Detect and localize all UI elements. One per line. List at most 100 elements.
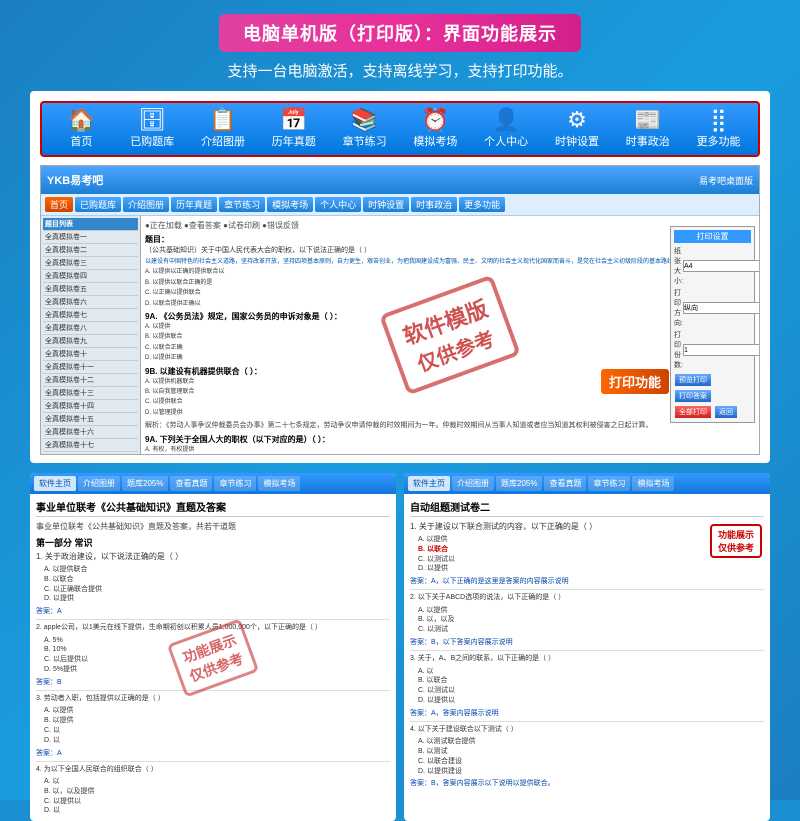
intro-icon: 📋 xyxy=(209,109,236,131)
sw-nav-ch[interactable]: 章节练习 xyxy=(219,197,265,212)
right-q1-opt-d: D. 以提供 xyxy=(410,564,764,574)
nav-item-more[interactable]: ⣿ 更多功能 xyxy=(689,109,749,149)
right-q3-opt-b: B. 以联合 xyxy=(410,676,764,686)
right-q2-opt-c: C. 以测试 xyxy=(410,625,764,635)
sw-sidebar-item[interactable]: 全真模拟卷十七 xyxy=(43,439,138,452)
sw-sidebar-item[interactable]: 全真模拟卷九 xyxy=(43,335,138,348)
print-label-copies: 打印份数: xyxy=(674,330,683,370)
right-q2-answer: 答案：B，以下答案内容展示说明 xyxy=(410,637,764,647)
software-screenshot: YKB易考吧 易考吧桌面版 首页 已购题库 介绍图册 历年真题 章节练习 模拟考… xyxy=(40,165,760,455)
right-q4-opt-a: A. 以测试联合提供 xyxy=(410,737,764,747)
print-panel: 打印设置 纸张大小: 打印方向: 打印份数: xyxy=(670,226,755,423)
sw-q3-opt-d: D. 以管理提供 xyxy=(145,409,755,417)
sw-sidebar-item[interactable]: 全真模拟卷七 xyxy=(43,309,138,322)
sw-sidebar-item[interactable]: 全真模拟卷十一 xyxy=(43,361,138,374)
print-input-copies[interactable] xyxy=(683,344,759,356)
right-q4-opt-c: C. 以联合建设 xyxy=(410,757,764,767)
nav-label-chapter: 章节练习 xyxy=(343,133,387,149)
print-func-label: 打印功能 xyxy=(601,369,669,394)
sw-nav-more2[interactable]: 更多功能 xyxy=(459,197,505,212)
left-nav-mock[interactable]: 模拟考场 xyxy=(258,476,300,491)
sw-sidebar-item[interactable]: 全真模拟卷十三 xyxy=(43,387,138,400)
sw-nav-intro2[interactable]: 介绍图册 xyxy=(123,197,169,212)
sw-sidebar-item[interactable]: 全真模拟卷十 xyxy=(43,348,138,361)
sw-sidebar-item[interactable]: 全真模拟卷十六 xyxy=(43,426,138,439)
left-section-title: 第一部分 常识 xyxy=(36,536,390,549)
nav-item-news[interactable]: 📰 时事政治 xyxy=(618,109,678,149)
sw-sidebar-item[interactable]: 全真模拟卷五 xyxy=(43,283,138,296)
right-nav-intro[interactable]: 介绍图册 xyxy=(452,476,494,491)
right-q4: 4. 以下关于建设联合以下测试（ ） xyxy=(410,725,764,736)
sw-nav-q[interactable]: 已购题库 xyxy=(75,197,121,212)
left-nav-past[interactable]: 查看真题 xyxy=(170,476,212,491)
right-q2-opt-a: A. 以提供 xyxy=(410,606,764,616)
left-q4-opt-b: B. 以，以及提供 xyxy=(36,787,390,797)
sw-nav-past2[interactable]: 历年真题 xyxy=(171,197,217,212)
right-panel: 软件主页 介绍图册 题库205% 查看真题 章节练习 模拟考场 自动组题测试卷二… xyxy=(404,473,770,821)
nav-label-past: 历年真题 xyxy=(272,133,316,149)
sw-nav-pol[interactable]: 时事政治 xyxy=(411,197,457,212)
left-q4-opt-d: D. 以 xyxy=(36,806,390,816)
left-nav-intro[interactable]: 介绍图册 xyxy=(78,476,120,491)
nav-label-purchased: 已购题库 xyxy=(130,133,174,149)
sw-option-a: A. 以提供以正确的提供联合以 xyxy=(145,268,755,276)
nav-item-profile[interactable]: 👤 个人中心 xyxy=(476,109,536,149)
sw-q4-label: 9A. 下列关于全国人大的职权（以下对应的是）（ ）： xyxy=(145,434,755,445)
sw-nav-mock[interactable]: 模拟考场 xyxy=(267,197,313,212)
right-nav-ch[interactable]: 章节练习 xyxy=(588,476,630,491)
nav-item-home[interactable]: 🏠 首页 xyxy=(51,109,111,149)
nav-label-news: 时事政治 xyxy=(626,133,670,149)
left-q4-opt-a: A. 以 xyxy=(36,777,390,787)
nav-item-purchased[interactable]: 🗄 已购题库 xyxy=(122,109,182,149)
sw-q4-opt-a: A. 有权，有权提供 xyxy=(145,446,755,454)
sw-sidebar-item[interactable]: 全真模拟卷二 xyxy=(43,244,138,257)
sw-sidebar-item[interactable]: 全真模拟卷十五 xyxy=(43,413,138,426)
subtitle: 支持一台电脑激活，支持离线学习，支持打印功能。 xyxy=(227,60,572,81)
sw-sidebar-item[interactable]: 全真模拟卷三 xyxy=(43,257,138,270)
sw-sidebar-item[interactable]: 全真模拟卷八 xyxy=(43,322,138,335)
sw-nav-per[interactable]: 个人中心 xyxy=(315,197,361,212)
left-q3-answer: 答案：A xyxy=(36,748,390,758)
right-nav-home[interactable]: 软件主页 xyxy=(408,476,450,491)
preview-print-button[interactable]: 预览打印 xyxy=(675,374,711,386)
print-back-button[interactable]: 返回 xyxy=(715,406,737,418)
sw-sidebar-item[interactable]: 全真模拟卷十八 xyxy=(43,452,138,454)
left-nav-home[interactable]: 软件主页 xyxy=(34,476,76,491)
right-panel-title: 自动组题测试卷二 xyxy=(410,499,764,517)
sw-sidebar-item[interactable]: 全真模拟卷十二 xyxy=(43,374,138,387)
sw-nav-set[interactable]: 时钟设置 xyxy=(363,197,409,212)
left-q1-opt-c: C. 以正确联合提供 xyxy=(36,585,390,595)
right-q4-answer: 答案：B，答案内容展示以下说明以提供联合。 xyxy=(410,778,764,788)
right-panel-nav: 软件主页 介绍图册 题库205% 查看真题 章节练习 模拟考场 xyxy=(404,473,770,494)
right-nav-past[interactable]: 查看真题 xyxy=(544,476,586,491)
print-input-paper[interactable] xyxy=(683,260,759,272)
nav-label-profile: 个人中心 xyxy=(484,133,528,149)
sw-nav: 首页 已购题库 介绍图册 历年真题 章节练习 模拟考场 个人中心 时钟设置 时事… xyxy=(41,194,759,216)
sw-sidebar-item[interactable]: 全真模拟卷十四 xyxy=(43,400,138,413)
left-panel-content: 事业单位联考《公共基础知识》直题及答案 事业单位联考《公共基础知识》直题及答案，… xyxy=(30,494,396,821)
print-answer-button[interactable]: 打印答案 xyxy=(675,390,711,402)
nav-item-settings[interactable]: ⚙ 时钟设置 xyxy=(547,109,607,149)
sw-nav-home[interactable]: 首页 xyxy=(45,197,73,212)
sw-sidebar-header: 题目列表 xyxy=(43,218,138,231)
sw-sidebar-item[interactable]: 全真模拟卷六 xyxy=(43,296,138,309)
left-nav-q[interactable]: 题库205% xyxy=(122,476,168,491)
nav-item-intro[interactable]: 📋 介绍图册 xyxy=(193,109,253,149)
nav-item-past[interactable]: 📅 历年真题 xyxy=(264,109,324,149)
sw-intro-text: ●正在加载 ●查看答案 ●试卷印刷 ●错误反馈 xyxy=(145,220,755,231)
sw-sidebar-item[interactable]: 全真模拟卷四 xyxy=(43,270,138,283)
right-q4-opt-d: D. 以提供建设 xyxy=(410,767,764,777)
left-nav-ch[interactable]: 章节练习 xyxy=(214,476,256,491)
print-all-button[interactable]: 全部打印 xyxy=(675,406,711,418)
main-nav-bar: 🏠 首页 🗄 已购题库 📋 介绍图册 📅 历年真题 📚 章节练习 ⏰ 模拟 xyxy=(40,101,760,157)
nav-item-exam[interactable]: ⏰ 模拟考场 xyxy=(405,109,465,149)
print-input-dir[interactable] xyxy=(683,302,759,314)
nav-item-chapter[interactable]: 📚 章节练习 xyxy=(335,109,395,149)
right-nav-q[interactable]: 题库205% xyxy=(496,476,542,491)
right-func-line2: 仅供参考 xyxy=(718,541,754,554)
sw-topbar: YKB易考吧 易考吧桌面版 xyxy=(41,166,759,194)
left-panel: 软件主页 介绍图册 题库205% 查看真题 章节练习 模拟考场 事业单位联考《公… xyxy=(30,473,396,821)
nav-label-exam: 模拟考场 xyxy=(413,133,457,149)
sw-sidebar-item[interactable]: 全真模拟卷一 xyxy=(43,231,138,244)
right-nav-mock[interactable]: 模拟考场 xyxy=(632,476,674,491)
